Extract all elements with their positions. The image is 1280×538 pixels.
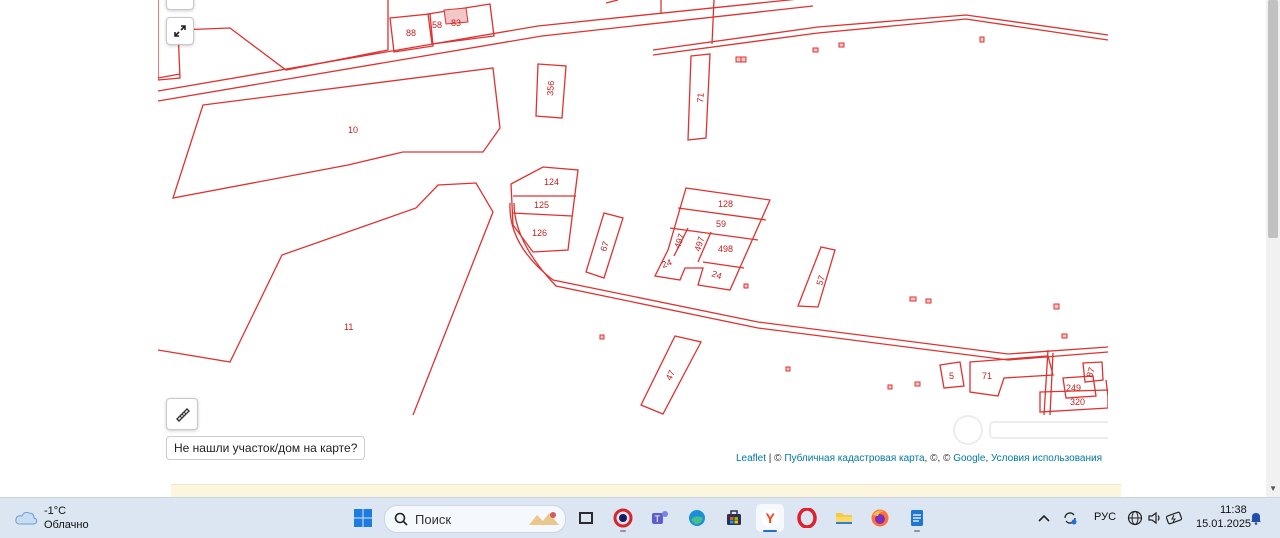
weather-temperature: -1°C xyxy=(44,505,67,517)
windows-taskbar: -1°C Облачно Поиск T Y РУС 11:38 15.01.2… xyxy=(0,497,1280,538)
svg-text:T: T xyxy=(655,514,661,524)
ccleaner-icon xyxy=(613,508,633,528)
chevron-up-icon xyxy=(1038,514,1050,522)
parcel-label: 11 xyxy=(344,322,353,332)
taskbar-search-box[interactable]: Поиск xyxy=(384,505,566,533)
attribution-separator: | © xyxy=(766,453,785,464)
search-icon xyxy=(394,512,408,526)
search-placeholder: Поиск xyxy=(415,512,452,527)
page-scrollbar[interactable]: ▼ xyxy=(1266,0,1280,497)
taskbar-app-teams[interactable]: T xyxy=(646,504,674,532)
parcel-label: 87 xyxy=(1084,366,1097,379)
sync-icon xyxy=(1064,512,1077,525)
taskbar-app-firefox[interactable] xyxy=(866,504,894,532)
svg-text:Y: Y xyxy=(766,510,776,526)
cadastral-map-link[interactable]: Публичная кадастровая карта xyxy=(784,453,924,464)
leaflet-link[interactable]: Leaflet xyxy=(736,453,766,464)
parcel-label: 126 xyxy=(532,228,547,238)
taskbar-app-explorer[interactable] xyxy=(830,504,858,532)
show-hidden-icons-button[interactable] xyxy=(1032,504,1056,532)
taskbar-app-yandex[interactable]: Y xyxy=(756,504,784,532)
parcel-label: 58 xyxy=(432,20,442,30)
task-view-button[interactable] xyxy=(572,504,600,532)
zoom-out-button[interactable] xyxy=(166,0,194,10)
sync-tray-button[interactable] xyxy=(1058,504,1082,532)
attribution-separator: , ©, © xyxy=(924,453,954,464)
store-icon xyxy=(727,510,741,525)
google-link[interactable]: Google xyxy=(953,453,985,464)
taskbar-app-notepad[interactable] xyxy=(903,504,931,532)
language-indicator[interactable]: РУС xyxy=(1094,511,1116,523)
parcel-label: 88 xyxy=(406,28,416,38)
parcel-label: 5 xyxy=(949,371,954,381)
teams-icon: T xyxy=(652,511,668,524)
scroll-down-arrow-icon[interactable]: ▼ xyxy=(1269,484,1277,493)
search-highlight-icon xyxy=(529,512,559,525)
battery-button[interactable] xyxy=(1164,504,1186,532)
parcel-label: 497 xyxy=(672,232,686,249)
weather-widget[interactable]: -1°C Облачно xyxy=(14,504,124,532)
notepad-icon xyxy=(911,510,923,526)
running-indicator xyxy=(914,530,920,532)
running-indicator xyxy=(620,530,626,532)
speaker-icon xyxy=(1148,511,1160,525)
parcel-label: 24 xyxy=(660,257,673,270)
measure-button[interactable] xyxy=(166,398,198,430)
parcel-label: 83 xyxy=(451,18,461,28)
parcel-boundaries[interactable]: 88 58 83 356 71 10 124 125 126 67 128 59… xyxy=(158,0,1108,468)
cadastral-map[interactable]: 88 58 83 356 71 10 124 125 126 67 128 59… xyxy=(158,0,1108,468)
notifications-button[interactable] xyxy=(1246,504,1266,532)
network-button[interactable] xyxy=(1124,504,1146,532)
parcel-label: 128 xyxy=(718,199,733,209)
cloud-icon xyxy=(15,511,38,525)
parcel-label: 249 xyxy=(1066,383,1081,393)
task-view-icon xyxy=(579,512,593,524)
parcel-label: 125 xyxy=(534,200,549,210)
clock-time[interactable]: 11:38 xyxy=(1220,504,1247,516)
parcel-label: 124 xyxy=(544,177,559,187)
globe-icon xyxy=(1127,510,1143,526)
start-button[interactable] xyxy=(349,504,377,532)
taskbar-app-store[interactable] xyxy=(720,504,748,532)
fullscreen-button[interactable] xyxy=(166,17,194,45)
parcel-label: 59 xyxy=(716,219,726,229)
parcel-label: 71 xyxy=(982,371,992,381)
opera-icon xyxy=(797,508,817,528)
not-found-button[interactable]: Не нашли участок/дом на карте? xyxy=(166,436,366,460)
battery-charging-icon xyxy=(1166,511,1183,525)
parcel-label: 10 xyxy=(348,125,358,135)
bell-icon xyxy=(1251,513,1261,525)
parcel-label: 47 xyxy=(664,369,677,382)
active-indicator xyxy=(763,530,777,532)
windows-start-icon xyxy=(354,509,372,527)
clock-date[interactable]: 15.01.2025 xyxy=(1196,518,1251,530)
map-attribution: Leaflet | © Публичная кадастровая карта,… xyxy=(733,453,1104,464)
parcel-label: 24 xyxy=(710,268,723,281)
taskbar-app-ccleaner[interactable] xyxy=(609,504,637,532)
taskbar-app-opera[interactable] xyxy=(793,504,821,532)
folder-icon xyxy=(836,513,852,524)
parcel-label: 497 xyxy=(692,235,706,252)
parcel-label: 356 xyxy=(545,80,556,96)
weather-condition: Облачно xyxy=(44,519,89,531)
parcel-label: 498 xyxy=(718,244,733,254)
taskbar-app-edge[interactable] xyxy=(683,504,711,532)
firefox-icon xyxy=(871,509,889,527)
watermark-logo xyxy=(953,415,1108,445)
terms-link[interactable]: Условия использования xyxy=(991,453,1102,464)
parcel-label: 67 xyxy=(598,240,611,253)
volume-button[interactable] xyxy=(1144,504,1166,532)
parcel-label: 71 xyxy=(695,92,706,103)
scrollbar-thumb[interactable] xyxy=(1268,0,1278,238)
expand-icon xyxy=(174,25,186,37)
edge-icon xyxy=(689,510,705,526)
ruler-icon xyxy=(176,408,190,422)
yandex-icon: Y xyxy=(761,509,779,527)
